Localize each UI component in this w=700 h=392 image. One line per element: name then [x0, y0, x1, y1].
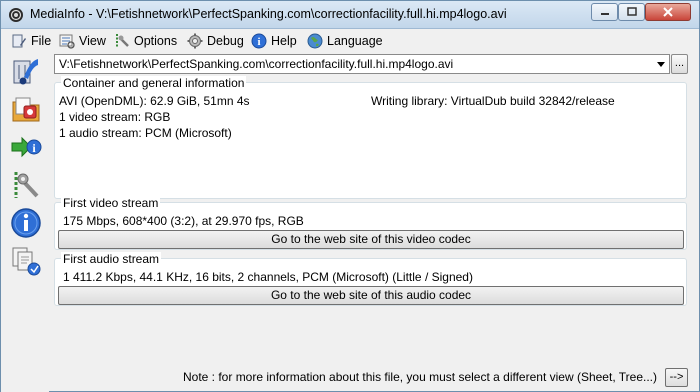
globe-icon	[307, 33, 323, 49]
maximize-button[interactable]	[618, 3, 645, 21]
file-select-value: V:\Fetishnetwork\PerfectSpanking.com\cor…	[59, 57, 454, 71]
minimize-icon	[600, 13, 609, 15]
video-stream-info: 175 Mbps, 608*400 (3:2), at 29.970 fps, …	[63, 214, 304, 228]
menu-file[interactable]: File	[11, 32, 51, 50]
help-icon: i	[251, 33, 267, 49]
open-file-button[interactable]	[9, 54, 43, 88]
preferences-button[interactable]	[9, 168, 43, 202]
minimize-button[interactable]	[591, 3, 618, 21]
debug-icon	[187, 33, 203, 49]
video-stream-group: First video stream 175 Mbps, 608*400 (3:…	[54, 196, 687, 250]
video-stream-count-text: 1 video stream: RGB	[59, 110, 171, 124]
preferences-icon	[14, 172, 39, 198]
mediainfo-window: MediaInfo - V:\Fetishnetwork\PerfectSpan…	[0, 0, 700, 392]
main-panel: V:\Fetishnetwork\PerfectSpanking.com\cor…	[51, 52, 691, 392]
export-button[interactable]: i	[9, 130, 43, 164]
chevron-down-icon[interactable]	[657, 62, 665, 67]
video-stream-title: First video stream	[61, 196, 161, 210]
audio-stream-count-text: 1 audio stream: PCM (Microsoft)	[59, 126, 232, 140]
menu-help[interactable]: i Help	[251, 32, 297, 50]
about-icon	[11, 208, 41, 238]
general-info-title: Container and general information	[61, 76, 247, 90]
menu-options[interactable]: Options	[114, 32, 177, 50]
menu-language[interactable]: Language	[307, 32, 383, 50]
menu-view[interactable]: View	[59, 32, 106, 50]
window-title: MediaInfo - V:\Fetishnetwork\PerfectSpan…	[30, 7, 507, 21]
menu-debug-label: Debug	[207, 34, 244, 48]
audio-stream-group: First audio stream 1 411.2 Kbps, 44.1 KH…	[54, 252, 687, 306]
close-icon	[663, 7, 673, 17]
video-codec-website-button[interactable]: Go to the web site of this video codec	[58, 230, 684, 249]
audio-stream-title: First audio stream	[61, 252, 162, 266]
svg-text:i: i	[257, 36, 260, 48]
menu-view-label: View	[79, 34, 106, 48]
left-toolbar: i	[1, 52, 49, 392]
open-folder-icon	[12, 97, 40, 122]
container-format-text: AVI (OpenDML): 62.9 GiB, 51mn 4s	[59, 94, 250, 108]
menu-debug[interactable]: Debug	[187, 32, 244, 50]
menu-help-label: Help	[271, 34, 297, 48]
title-bar: MediaInfo - V:\Fetishnetwork\PerfectSpan…	[1, 1, 699, 29]
close-button[interactable]	[645, 3, 691, 21]
mediainfo-app-icon	[9, 8, 23, 22]
copy-icon	[12, 247, 41, 276]
copy-button[interactable]	[9, 244, 43, 278]
open-folder-button[interactable]	[9, 92, 43, 126]
maximize-icon	[626, 7, 637, 16]
menu-options-label: Options	[134, 34, 178, 48]
writing-library-text: Writing library: VirtualDub build 32842/…	[371, 94, 615, 108]
audio-stream-info: 1 411.2 Kbps, 44.1 KHz, 16 bits, 2 chann…	[63, 270, 473, 284]
view-icon	[59, 34, 75, 49]
file-select[interactable]: V:\Fetishnetwork\PerfectSpanking.com\cor…	[54, 54, 670, 74]
general-info-group: Container and general information AVI (O…	[54, 76, 687, 199]
options-icon	[116, 34, 129, 48]
open-file-icon	[13, 59, 38, 85]
audio-codec-website-button[interactable]: Go to the web site of this audio codec	[58, 286, 684, 305]
about-button[interactable]	[9, 206, 43, 240]
export-icon: i	[11, 136, 42, 158]
browse-button[interactable]: ...	[671, 54, 688, 74]
next-view-button[interactable]: -->	[665, 368, 688, 387]
menu-bar: File View Options Debug i Help Language	[1, 30, 699, 52]
footer-note: Note : for more information about this f…	[183, 370, 657, 384]
menu-language-label: Language	[327, 34, 383, 48]
file-icon	[12, 34, 26, 48]
menu-file-label: File	[31, 34, 52, 48]
